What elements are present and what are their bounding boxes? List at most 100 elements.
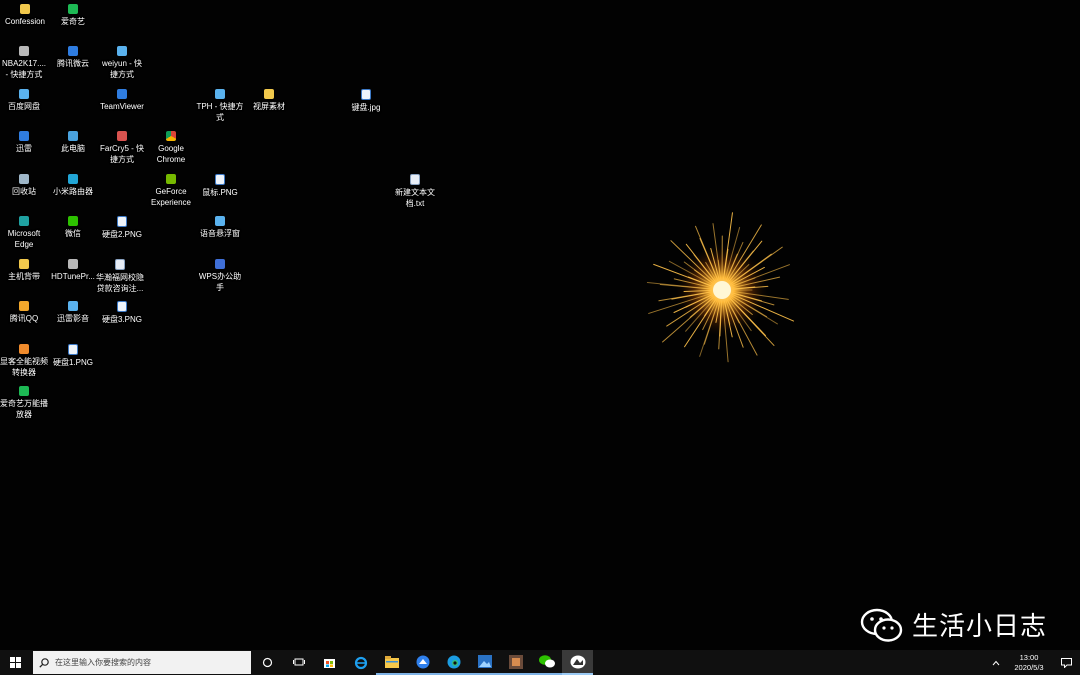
desktop-icon-loan-doc[interactable]: 华瀚福网校隐 贷款咨询注... bbox=[96, 259, 144, 294]
qq-icon bbox=[19, 301, 29, 311]
icon-label: 迅雷 bbox=[16, 144, 32, 153]
taskbar-app-store[interactable] bbox=[314, 650, 345, 675]
desktop-icon-disk2-png[interactable]: 硬盘2.PNG bbox=[98, 216, 146, 240]
clock-date: 2020/5/3 bbox=[1014, 662, 1044, 672]
desktop-icon-this-pc[interactable]: 此电脑 bbox=[49, 131, 97, 154]
edge-icon bbox=[19, 216, 29, 226]
ie-icon bbox=[354, 656, 367, 669]
wps-icon bbox=[215, 259, 225, 269]
icon-label: Microsoft Edge bbox=[7, 229, 41, 249]
game-icon bbox=[508, 654, 523, 669]
weiyun-icon bbox=[68, 46, 78, 56]
desktop-icon-mouse-png[interactable]: 鼠标.PNG bbox=[196, 174, 244, 198]
start-button[interactable] bbox=[0, 650, 31, 675]
desktop[interactable]: Confession NBA2K17.... - 快捷方式 百度网盘 迅雷 回收… bbox=[0, 0, 1080, 650]
windows-logo-icon bbox=[10, 657, 21, 668]
taskbar-app-file-explorer[interactable] bbox=[376, 650, 407, 675]
store-icon bbox=[324, 659, 335, 668]
desktop-icon-video-converter[interactable]: 显客全能视频 转换器 bbox=[0, 344, 48, 378]
desktop-icon-edge[interactable]: Microsoft Edge bbox=[0, 216, 48, 250]
taskbar-app-game[interactable] bbox=[500, 650, 531, 675]
cortana-button[interactable] bbox=[252, 650, 283, 675]
folder-icon bbox=[264, 89, 274, 99]
desktop-icon-farcry5[interactable]: FarCry5 - 快 捷方式 bbox=[98, 131, 146, 165]
desktop-icon-weiyun[interactable]: 腾讯微云 bbox=[49, 46, 97, 69]
system-clock[interactable]: 13:00 2020/5/3 bbox=[1006, 653, 1052, 673]
xunlei-player-icon bbox=[68, 301, 78, 311]
nvidia-icon bbox=[166, 174, 176, 184]
desktop-icon-disk3-png[interactable]: 硬盘3.PNG bbox=[98, 301, 146, 325]
icon-label: 爱奇艺万能播 放器 bbox=[0, 399, 48, 419]
task-view-button[interactable] bbox=[283, 650, 314, 675]
desktop-icon-host-folder[interactable]: 主机背带 bbox=[0, 259, 48, 282]
icon-label: FarCry5 - 快 捷方式 bbox=[100, 144, 144, 164]
taskbar-app-edge[interactable] bbox=[438, 650, 469, 675]
iqiyi-player-icon bbox=[19, 386, 29, 396]
system-tray: 13:00 2020/5/3 bbox=[986, 650, 1080, 675]
desktop-icon-teamviewer[interactable]: TeamViewer bbox=[98, 89, 146, 112]
desktop-icon-xunlei-player[interactable]: 迅雷影音 bbox=[49, 301, 97, 324]
desktop-icon-tph-shortcut[interactable]: TPH - 快捷方 式 bbox=[196, 89, 244, 123]
png-file-icon bbox=[117, 301, 127, 312]
desktop-icon-xunlei[interactable]: 迅雷 bbox=[0, 131, 48, 154]
icon-label: 百度网盘 bbox=[8, 102, 40, 111]
icon-label: 键盘.jpg bbox=[351, 103, 381, 112]
desktop-icon-iqiyi[interactable]: 爱奇艺 bbox=[49, 4, 97, 27]
search-icon bbox=[39, 657, 49, 668]
taskbar-app-wechat[interactable] bbox=[531, 650, 562, 675]
taskbar: 在这里输入你要搜索的内容 13:00 2020/5/3 bbox=[0, 650, 1080, 675]
icon-label: 此电脑 bbox=[61, 144, 85, 153]
png-file-icon bbox=[117, 216, 127, 227]
taskbar-app-photos[interactable] bbox=[469, 650, 500, 675]
icon-label: TeamViewer bbox=[100, 102, 144, 111]
taskbar-search-box[interactable]: 在这里输入你要搜索的内容 bbox=[33, 651, 251, 674]
icon-label: 新建文本文 档.txt bbox=[395, 188, 435, 208]
taskbar-app-screenshot[interactable] bbox=[562, 650, 593, 675]
text-file-icon bbox=[410, 174, 420, 185]
desktop-icon-disk1-png[interactable]: 硬盘1.PNG bbox=[49, 344, 97, 368]
icon-label: 语音悬浮窗 bbox=[200, 229, 240, 238]
desktop-icon-geforce[interactable]: GeForce Experience bbox=[147, 174, 195, 208]
desktop-icon-new-text[interactable]: 新建文本文 档.txt bbox=[391, 174, 439, 209]
firework-wallpaper-image bbox=[646, 212, 795, 363]
desktop-icon-chrome[interactable]: Google Chrome bbox=[147, 131, 195, 165]
desktop-icon-voice-float[interactable]: 语音悬浮窗 bbox=[196, 216, 244, 239]
iqiyi-icon bbox=[68, 4, 78, 14]
desktop-icon-wechat[interactable]: 微信 bbox=[49, 216, 97, 239]
desktop-icon-nba2k17[interactable]: NBA2K17.... - 快捷方式 bbox=[0, 46, 48, 80]
desktop-icon-iqiyi-player[interactable]: 爱奇艺万能播 放器 bbox=[0, 386, 48, 420]
desktop-icon-wps-assistant[interactable]: WPS办公助 手 bbox=[196, 259, 244, 293]
icon-label: TPH - 快捷方 式 bbox=[196, 102, 244, 122]
desktop-icon-weiyun-shortcut[interactable]: weiyun - 快 捷方式 bbox=[98, 46, 146, 80]
desktop-icon-keyboard-jpg[interactable]: 键盘.jpg bbox=[342, 89, 390, 113]
cortana-icon bbox=[262, 657, 273, 668]
desktop-icon-mi-router[interactable]: 小米路由器 bbox=[49, 174, 97, 197]
hdtune-icon bbox=[68, 259, 78, 269]
browser-icon bbox=[416, 655, 429, 668]
desktop-icon-confession[interactable]: Confession bbox=[1, 4, 49, 27]
desktop-icon-recycle-bin[interactable]: 回收站 bbox=[0, 174, 48, 197]
recycle-bin-icon bbox=[19, 174, 29, 184]
desktop-icon-baidu-netdisk[interactable]: 百度网盘 bbox=[0, 89, 48, 112]
shortcut-icon bbox=[19, 46, 29, 56]
icon-label: 硬盘2.PNG bbox=[101, 230, 142, 239]
image-shortcut-icon bbox=[215, 89, 225, 99]
this-pc-icon bbox=[68, 131, 78, 141]
show-hidden-icons-button[interactable] bbox=[986, 650, 1006, 675]
notification-icon bbox=[1060, 657, 1072, 668]
game-shortcut-icon bbox=[117, 131, 127, 141]
clock-time: 13:00 bbox=[1019, 652, 1039, 662]
document-icon bbox=[115, 259, 125, 270]
taskbar-app-browser[interactable] bbox=[407, 650, 438, 675]
icon-label: GeForce Experience bbox=[150, 187, 192, 207]
image-file-icon bbox=[361, 89, 371, 100]
taskbar-app-ie[interactable] bbox=[345, 650, 376, 675]
desktop-icon-video-folder[interactable]: 视屏素材 bbox=[245, 89, 293, 112]
action-center-button[interactable] bbox=[1052, 650, 1080, 675]
desktop-icon-hdtune[interactable]: HDTunePr... bbox=[49, 259, 97, 282]
photos-icon bbox=[477, 655, 492, 668]
icon-label: 鼠标.PNG bbox=[202, 188, 238, 197]
chrome-icon bbox=[166, 131, 176, 141]
png-file-icon bbox=[68, 344, 78, 355]
desktop-icon-qq[interactable]: 腾讯QQ bbox=[0, 301, 48, 324]
